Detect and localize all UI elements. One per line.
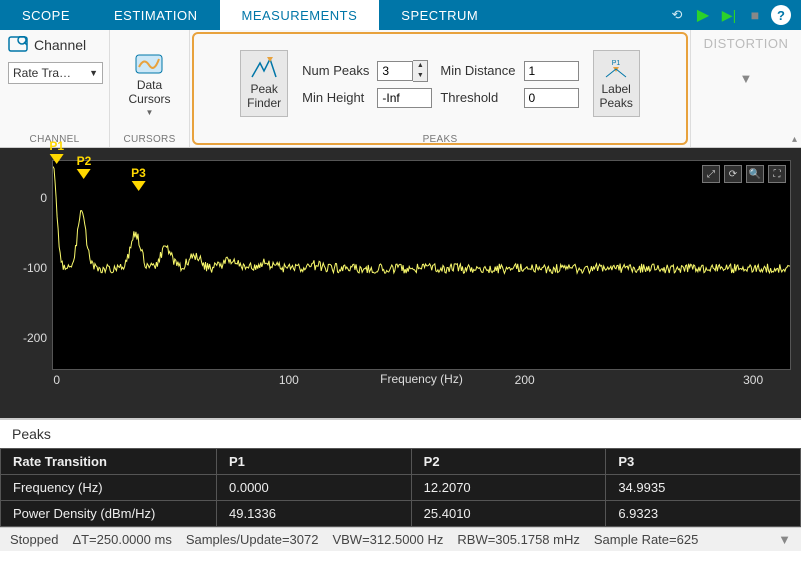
- table-row: Frequency (Hz) 0.0000 12.2070 34.9935: [1, 475, 801, 501]
- peak-marker-p1[interactable]: P1: [49, 139, 64, 164]
- plot-xlabel: Frequency (Hz): [52, 372, 791, 386]
- tab-measurements[interactable]: MEASUREMENTS: [220, 0, 380, 30]
- col-p3: P3: [606, 449, 801, 475]
- status-bar: Stopped ΔT=250.0000 ms Samples/Update=30…: [0, 527, 801, 551]
- min-distance-input[interactable]: [524, 61, 579, 81]
- peaks-section-title: Peaks: [0, 418, 801, 448]
- spin-up-icon[interactable]: ▲: [413, 61, 427, 71]
- status-state: Stopped: [10, 532, 58, 547]
- peaks-table: Rate Transition P1 P2 P3 Frequency (Hz) …: [0, 448, 801, 527]
- rewind-button[interactable]: ⟲: [667, 5, 687, 25]
- tab-scope[interactable]: SCOPE: [0, 0, 92, 30]
- num-peaks-field[interactable]: [377, 61, 413, 81]
- col-rate-transition: Rate Transition: [1, 449, 217, 475]
- col-p2: P2: [411, 449, 606, 475]
- step-button[interactable]: ▶|: [719, 5, 739, 25]
- min-height-label: Min Height: [302, 90, 369, 105]
- channel-icon: [8, 36, 28, 54]
- group-peaks: Peak Finder Num Peaks ▲▼ Min Distance Mi…: [190, 30, 691, 147]
- peak-finder-icon: [250, 57, 278, 79]
- min-height-input[interactable]: [377, 88, 432, 108]
- label-peaks-label: Label Peaks: [600, 82, 633, 110]
- label-peaks-icon: P1: [602, 57, 630, 79]
- peak-fields: Num Peaks ▲▼ Min Distance Min Height Thr…: [302, 60, 578, 108]
- col-p1: P1: [217, 449, 412, 475]
- ribbon-expand-icon[interactable]: ▴: [792, 134, 797, 145]
- status-dt: ΔT=250.0000 ms: [72, 532, 171, 547]
- table-row: Power Density (dBm/Hz) 49.1336 25.4010 6…: [1, 501, 801, 527]
- peak-marker-p2[interactable]: P2: [77, 154, 92, 179]
- ytick: -200: [13, 331, 47, 345]
- status-rbw: RBW=305.1758 mHz: [457, 532, 579, 547]
- ribbon: Channel Rate Tra… ▼ CHANNEL Data Cursors…: [0, 30, 801, 148]
- status-vbw: VBW=312.5000 Hz: [332, 532, 443, 547]
- min-distance-label: Min Distance: [440, 63, 515, 78]
- spin-down-icon[interactable]: ▼: [413, 71, 427, 81]
- distortion-label: DISTORTION: [704, 36, 789, 51]
- channel-button[interactable]: Channel: [8, 36, 86, 54]
- cursors-icon: [134, 50, 164, 76]
- status-dropdown-icon[interactable]: ▼: [778, 532, 791, 547]
- status-srate: Sample Rate=625: [594, 532, 698, 547]
- peak-marker-p3[interactable]: P3: [131, 166, 146, 191]
- threshold-input[interactable]: [524, 88, 579, 108]
- data-cursors-button[interactable]: Data Cursors ▼: [128, 50, 170, 117]
- group-label-cursors: CURSORS: [123, 134, 175, 145]
- table-header-row: Rate Transition P1 P2 P3: [1, 449, 801, 475]
- svg-text:P1: P1: [612, 60, 621, 67]
- plot-frame[interactable]: ⤢ ⟳ 🔍 ⛶ 0 -100 -200 0 100 200 300 P1 P2 …: [52, 160, 791, 370]
- run-button[interactable]: ▶: [693, 5, 713, 25]
- chevron-down-icon[interactable]: ▼: [740, 71, 753, 86]
- group-cursors: Data Cursors ▼ CURSORS: [110, 30, 190, 147]
- group-label-peaks: PEAKS: [423, 134, 458, 145]
- status-spu: Samples/Update=3072: [186, 532, 319, 547]
- toolstrip-tabbar: SCOPE ESTIMATION MEASUREMENTS SPECTRUM ⟲…: [0, 0, 801, 30]
- peaks-section: Peaks Rate Transition P1 P2 P3 Frequency…: [0, 418, 801, 527]
- stop-button[interactable]: ■: [745, 5, 765, 25]
- chevron-down-icon: ▼: [146, 108, 154, 117]
- label-peaks-button[interactable]: P1 Label Peaks: [593, 50, 640, 117]
- help-button[interactable]: ?: [771, 5, 791, 25]
- tab-spectrum[interactable]: SPECTRUM: [379, 0, 500, 30]
- xtick: 200: [515, 373, 535, 387]
- tab-estimation[interactable]: ESTIMATION: [92, 0, 219, 30]
- channel-label: Channel: [34, 37, 86, 53]
- channel-select[interactable]: Rate Tra… ▼: [8, 62, 103, 84]
- ytick: -100: [13, 261, 47, 275]
- ytick: 0: [13, 191, 47, 205]
- channel-select-value: Rate Tra…: [13, 66, 71, 80]
- num-peaks-input[interactable]: ▲▼: [377, 60, 432, 82]
- threshold-label: Threshold: [440, 90, 515, 105]
- peak-finder-button[interactable]: Peak Finder: [240, 50, 288, 117]
- plot-area: dBm / Hz (dBm/Hz) ⤢ ⟳ 🔍 ⛶ 0 -100 -200 0 …: [0, 148, 801, 418]
- peak-finder-label: Peak Finder: [247, 82, 281, 110]
- num-peaks-label: Num Peaks: [302, 63, 369, 78]
- sim-controls: ⟲ ▶ ▶| ■ ?: [667, 0, 801, 30]
- xtick: 0: [53, 373, 60, 387]
- signal-trace: [53, 161, 790, 369]
- xtick: 300: [743, 373, 763, 387]
- group-channel: Channel Rate Tra… ▼ CHANNEL: [0, 30, 110, 147]
- group-distortion: DISTORTION ▼: [691, 30, 801, 147]
- cursors-label: Data Cursors: [128, 78, 170, 106]
- xtick: 100: [279, 373, 299, 387]
- chevron-down-icon: ▼: [89, 68, 98, 78]
